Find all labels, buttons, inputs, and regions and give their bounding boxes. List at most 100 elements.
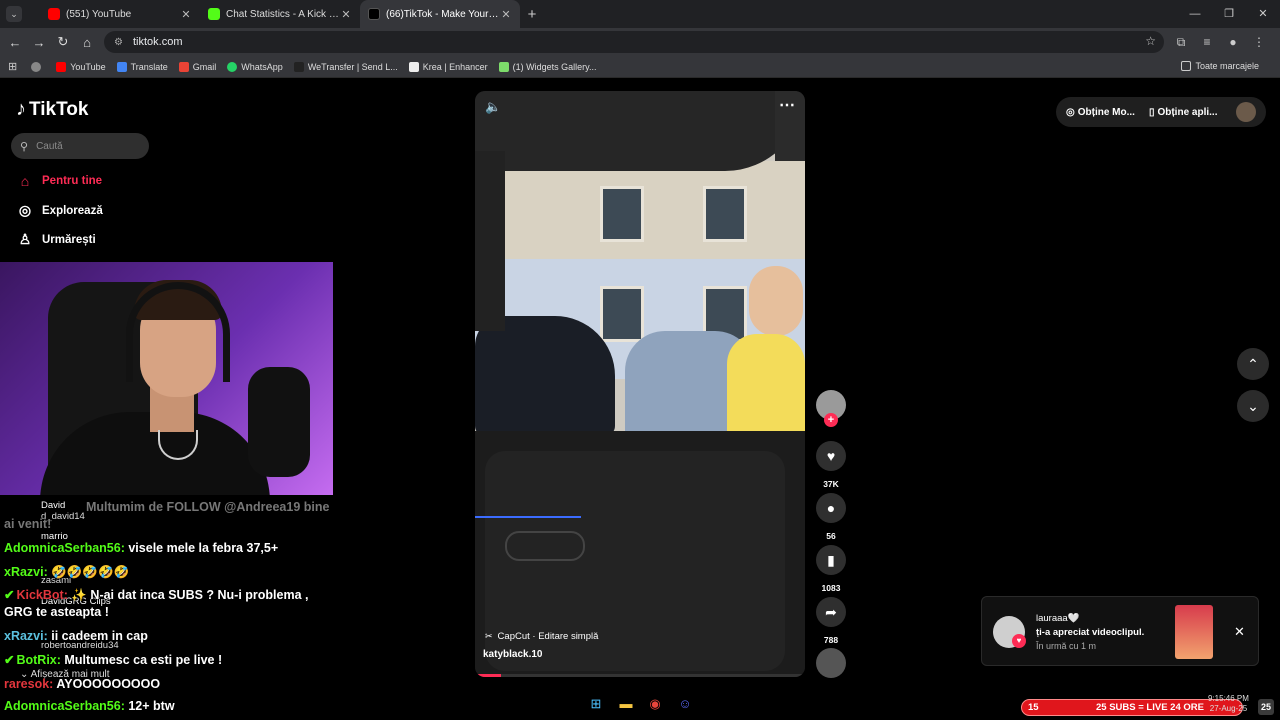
menu-icon[interactable]: ⋮ <box>1246 35 1272 49</box>
new-tab-button[interactable]: + <box>520 6 544 23</box>
bookmark-youtube[interactable]: YouTube <box>56 61 106 72</box>
phone-icon: ▯ <box>1148 106 1155 118</box>
car-ceiling <box>475 91 805 171</box>
forward-icon[interactable]: → <box>27 35 51 50</box>
bookmark-krea[interactable]: Krea | Enhancer <box>408 61 488 72</box>
share-count: 788 <box>823 635 839 645</box>
get-coins-button[interactable]: Obține Mo... <box>1078 107 1135 118</box>
bookmark-translate[interactable]: Translate <box>116 61 168 72</box>
site-info-icon[interactable]: ⚙ <box>114 37 123 48</box>
kick-icon <box>208 8 220 20</box>
like-action[interactable]: ♥ 37K <box>816 441 846 489</box>
bookmark-label: Krea | Enhancer <box>422 61 488 72</box>
comment-icon[interactable]: ● <box>816 493 846 523</box>
bookmark-icon[interactable]: ▮ <box>816 545 846 575</box>
apps-icon[interactable]: ⊞ <box>8 60 17 73</box>
notification-center-badge[interactable]: 25 <box>1258 699 1274 715</box>
video-progress-bar[interactable] <box>475 674 805 677</box>
profile-avatar[interactable] <box>1236 102 1256 122</box>
close-icon[interactable]: ✕ <box>1234 624 1245 640</box>
nav-label: Explorează <box>42 204 103 217</box>
bookmark-label: Translate <box>130 61 168 72</box>
url-text: tiktok.com <box>132 36 183 48</box>
media-icon[interactable]: ≡ <box>1194 35 1220 49</box>
chat-username: raresok: <box>4 677 54 691</box>
search-input[interactable]: ⚲ Caută <box>11 133 149 159</box>
capcut-icon: ✂ <box>485 631 493 641</box>
close-icon[interactable]: ✕ <box>500 8 512 21</box>
ambient-light <box>475 516 581 518</box>
file-explorer-icon[interactable]: ▬ <box>616 696 636 714</box>
people-icon: ♙ <box>18 231 32 247</box>
youtube-icon <box>48 8 60 20</box>
share-icon[interactable]: ➦ <box>816 597 846 627</box>
next-video-button[interactable]: ⌄ <box>1237 390 1269 422</box>
share-action[interactable]: ➦ 788 <box>816 597 846 645</box>
chrome-icon[interactable]: ◉ <box>645 696 665 714</box>
tab-tiktok[interactable]: (66)TikTok - Make Your Day ✕ <box>360 0 520 28</box>
heart-icon[interactable]: ♥ <box>816 441 846 471</box>
extensions-icon[interactable]: ⧉ <box>1168 35 1194 50</box>
chat-message: xRazvi: ii cadeem in cap <box>4 629 148 644</box>
system-clock[interactable]: 9:15:46 PM 27-Aug-25 <box>1208 694 1249 714</box>
more-options-icon[interactable]: ⋯ <box>779 95 795 115</box>
discord-icon[interactable]: ☺ <box>675 696 695 714</box>
video-player[interactable]: 🔈 ⋯ ✂ CapCut · Editare simplă katyblack.… <box>475 91 805 677</box>
nav-following[interactable]: ♙ Urmărești <box>16 231 96 248</box>
reload-icon[interactable]: ↻ <box>51 34 75 50</box>
windows-start-icon[interactable]: ⊞ <box>586 696 606 714</box>
wetransfer-icon <box>293 61 304 72</box>
tiktok-icon <box>368 8 380 20</box>
bookmark-gmail[interactable]: Gmail <box>178 61 216 72</box>
video-username[interactable]: katyblack.10 <box>483 649 543 660</box>
restore-icon[interactable]: ❐ <box>1212 0 1246 28</box>
tab-youtube[interactable]: (551) YouTube ✕ <box>40 0 200 28</box>
follow-plus-icon[interactable]: + <box>824 413 838 427</box>
tab-chat-statistics[interactable]: Chat Statistics - A Kick Chat An ✕ <box>200 0 360 28</box>
profile-icon[interactable]: ● <box>1220 35 1246 49</box>
tiktok-logo[interactable]: ♪ TikTok <box>16 98 88 121</box>
chat-message: ai venit! <box>4 517 51 532</box>
nav-label: Pentru tine <box>42 175 103 187</box>
volume-icon[interactable]: 🔈 <box>485 99 501 115</box>
get-app-button[interactable]: Obține apli... <box>1157 107 1217 118</box>
clock-time: 9:15:46 PM <box>1208 694 1249 703</box>
omnibox[interactable]: ⚙ tiktok.com ☆ <box>104 31 1164 53</box>
tab-title: (551) YouTube <box>66 8 132 20</box>
bookmark-globe[interactable] <box>31 61 45 72</box>
bookmark-widgets[interactable]: (1) Widgets Gallery... <box>498 61 597 72</box>
chat-username: BotRix: <box>16 653 61 667</box>
save-action[interactable]: ▮ 1083 <box>816 545 846 593</box>
all-bookmarks[interactable]: Toate marcajele <box>1181 61 1259 71</box>
chat-text: AYOOOOOOOOO <box>56 677 161 691</box>
close-icon[interactable]: ✕ <box>340 8 352 21</box>
music-avatar[interactable] <box>816 648 846 678</box>
bookmark-wetransfer[interactable]: WeTransfer | Send L... <box>293 61 398 72</box>
previous-video-button[interactable]: ⌃ <box>1237 348 1269 380</box>
creator-avatar[interactable]: + <box>816 390 846 427</box>
close-window-icon[interactable]: ✕ <box>1246 0 1280 28</box>
bookmark-star-icon[interactable]: ☆ <box>1145 34 1156 48</box>
tab-search-button[interactable]: ⌄ <box>6 6 22 22</box>
chat-text: 🤣🤣🤣🤣🤣 <box>51 565 130 579</box>
close-icon[interactable]: ✕ <box>180 8 192 21</box>
bookmark-whatsapp[interactable]: WhatsApp <box>227 61 283 72</box>
bookmark-label: (1) Widgets Gallery... <box>512 61 597 72</box>
verified-badge-icon: ✔ <box>4 653 15 667</box>
nav-explore[interactable]: ◎ Explorează <box>16 202 103 219</box>
chat-message: AdomnicaSerban56: visele mele la febra 3… <box>4 541 278 556</box>
nav-for-you[interactable]: ⌂ Pentru tine <box>16 173 102 189</box>
video-window <box>600 186 644 242</box>
bookmark-label: WhatsApp <box>241 61 283 72</box>
chat-text: 12+ btw <box>128 699 175 713</box>
comment-count: 56 <box>826 531 836 541</box>
like-notification[interactable]: ♥ lauraaa🤍 ți-a apreciat videoclipul. În… <box>981 596 1259 666</box>
back-icon[interactable]: ← <box>3 35 27 50</box>
notification-thumbnail <box>1175 605 1213 659</box>
minimize-icon[interactable]: — <box>1178 0 1212 28</box>
comment-action[interactable]: ● 56 <box>816 493 846 541</box>
capcut-link[interactable]: ✂ CapCut · Editare simplă <box>485 631 598 642</box>
translate-icon <box>116 61 127 72</box>
chat-text: Multumim de FOLLOW @Andreea19 bine <box>86 500 330 514</box>
home-icon[interactable]: ⌂ <box>75 35 99 50</box>
